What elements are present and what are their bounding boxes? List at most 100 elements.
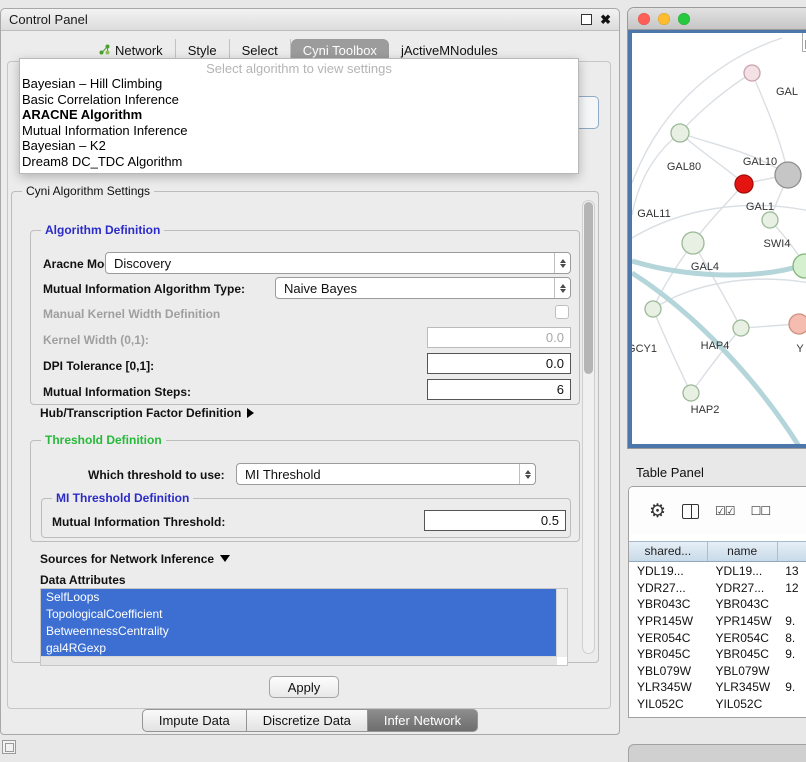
manual-kernel-checkbox[interactable] (555, 305, 569, 319)
network-node[interactable] (733, 320, 749, 336)
column-header-shared[interactable]: shared... (629, 542, 708, 561)
close-button[interactable] (638, 13, 650, 25)
table-row[interactable]: YBR043CYBR043C (629, 596, 806, 613)
network-node[interactable] (671, 124, 689, 142)
table-cell: 13 (777, 564, 806, 578)
control-panel-titlebar[interactable]: Control Panel ✖ (1, 9, 619, 31)
apply-button[interactable]: Apply (269, 676, 339, 698)
table-cell: YBR043C (708, 597, 778, 611)
node-label-gal10: GAL10 (743, 156, 777, 168)
settings-vertical-scrollbar[interactable] (582, 200, 595, 654)
network-node[interactable] (683, 385, 699, 401)
chevron-right-icon (247, 408, 254, 418)
table-cell: 9. (777, 614, 806, 628)
table-row[interactable]: YBL079WYBL079W (629, 663, 806, 680)
table-cell: YLR345W (708, 680, 778, 694)
algorithm-option-aracne-algorithm[interactable]: ARACNE Algorithm (20, 107, 578, 123)
network-icon (99, 43, 110, 58)
network-node[interactable] (789, 314, 806, 334)
which-threshold-combobox[interactable]: MI Threshold (236, 463, 536, 485)
clear-checks-icon[interactable]: ☐☐ (751, 504, 771, 518)
threshold-definition-group: Threshold Definition Which threshold to … (30, 440, 580, 542)
bottom-tab-discretize-data[interactable]: Discretize Data (247, 709, 368, 732)
control-panel-title: Control Panel (9, 12, 581, 27)
minimize-button[interactable] (658, 13, 670, 25)
table-panel-window: ⚙ ☑☑ ☐☐ shared...name YDL19...YDL19...13… (628, 486, 806, 718)
network-node[interactable] (735, 175, 753, 193)
data-attributes-label: Data Attributes (40, 573, 126, 587)
algorithm-option-dream8-dc-tdc-algorithm[interactable]: Dream8 DC_TDC Algorithm (20, 154, 578, 170)
table-row[interactable]: YER054CYER054C8. (629, 629, 806, 646)
attributes-vertical-scrollbar[interactable] (556, 589, 567, 657)
select-checks-icon[interactable]: ☑☑ (715, 504, 735, 518)
scrollbar-thumb[interactable] (584, 202, 593, 374)
float-window-icon[interactable] (581, 14, 592, 25)
kernel-width-field[interactable]: 0.0 (427, 327, 571, 348)
algorithm-dropdown-popup: Select algorithm to view settings Bayesi… (19, 58, 579, 174)
collapsed-panel-strip[interactable] (628, 744, 806, 762)
column-header-extra[interactable] (778, 542, 806, 561)
close-icon[interactable]: ✖ (600, 15, 611, 25)
network-node[interactable] (682, 232, 704, 254)
table-row[interactable]: YPR145WYPR145W9. (629, 613, 806, 630)
network-node[interactable] (645, 301, 661, 317)
table-cell: YBR045C (629, 647, 708, 661)
attributes-horizontal-scrollbar[interactable] (41, 656, 557, 665)
zoom-button[interactable] (678, 13, 690, 25)
bottom-tab-impute-data[interactable]: Impute Data (142, 709, 247, 732)
canvas-scrollbar[interactable] (802, 33, 806, 52)
network-node[interactable] (744, 65, 760, 81)
table-cell: YIL052C (629, 697, 708, 711)
combo-arrows-icon (554, 253, 570, 273)
mi-threshold-group-title: MI Threshold Definition (52, 491, 193, 505)
restore-panel-icon[interactable] (2, 740, 16, 754)
network-canvas[interactable]: GALGAL80GAL10GAL11GAL1SWI4GAL4GCY1HAP4HA… (628, 30, 806, 448)
settings-gear-icon[interactable]: ⚙ (649, 502, 666, 521)
attribute-item-selfloops[interactable]: SelfLoops (41, 589, 557, 606)
network-node[interactable] (762, 212, 778, 228)
attribute-item-betweennesscentrality[interactable]: BetweennessCentrality (41, 623, 557, 640)
algorithm-combobox-fragment[interactable] (578, 96, 599, 129)
chevron-down-icon (220, 555, 230, 562)
node-label-hap2: HAP2 (691, 404, 720, 416)
column-selector-icon[interactable] (682, 504, 699, 519)
network-node[interactable] (775, 162, 801, 188)
dpi-tolerance-label: DPI Tolerance [0,1]: (43, 359, 154, 373)
mi-steps-field[interactable]: 6 (427, 379, 571, 400)
table-row[interactable]: YDR27...YDR27...12 (629, 580, 806, 597)
algorithm-option-mutual-information-inference[interactable]: Mutual Information Inference (20, 123, 578, 139)
table-cell: YDR27... (629, 581, 708, 595)
algorithm-option-basic-correlation-inference[interactable]: Basic Correlation Inference (20, 92, 578, 108)
table-header-row: shared...name (629, 541, 806, 562)
sources-disclosure[interactable]: Sources for Network Inference (40, 552, 230, 566)
hub-definition-disclosure[interactable]: Hub/Transcription Factor Definition (40, 406, 254, 420)
sources-label: Sources for Network Inference (40, 552, 214, 566)
algorithm-option-bayesian-k2[interactable]: Bayesian – K2 (20, 138, 578, 154)
column-header-name[interactable]: name (708, 542, 778, 561)
table-row[interactable]: YBR045CYBR045C9. (629, 646, 806, 663)
combo-arrows-icon (519, 464, 535, 484)
table-cell: YLR345W (629, 680, 708, 694)
table-body: YDL19...YDL19...13YDR27...YDR27...12YBR0… (629, 563, 806, 717)
table-row[interactable]: YLR345WYLR345W9. (629, 679, 806, 696)
control-panel-window: Control Panel ✖ NetworkStyleSelectCyni T… (0, 8, 620, 735)
attribute-item-gal4rgexp[interactable]: gal4RGexp (41, 640, 557, 657)
bottom-tab-infer-network[interactable]: Infer Network (368, 709, 478, 732)
table-row[interactable]: YDL19...YDL19...13 (629, 563, 806, 580)
mi-threshold-field[interactable]: 0.5 (424, 510, 566, 531)
node-label-gal: GAL (776, 86, 798, 98)
network-window-titlebar[interactable] (628, 8, 806, 30)
network-view-window: GALGAL80GAL10GAL11GAL1SWI4GAL4GCY1HAP4HA… (628, 8, 806, 448)
network-node[interactable] (793, 254, 806, 278)
mi-type-combobox[interactable]: Naive Bayes (275, 277, 571, 299)
table-row[interactable]: YIL052CYIL052C (629, 696, 806, 713)
tab-label: Network (115, 43, 163, 58)
hub-definition-label: Hub/Transcription Factor Definition (40, 406, 241, 420)
attribute-item-topologicalcoefficient[interactable]: TopologicalCoefficient (41, 606, 557, 623)
aracne-mode-combobox[interactable]: Discovery (105, 252, 571, 274)
cyni-settings-group-title: Cyni Algorithm Settings (22, 184, 154, 198)
algorithm-option-bayesian-hill-climbing[interactable]: Bayesian – Hill Climbing (20, 76, 578, 92)
table-panel-title: Table Panel (636, 465, 704, 480)
node-label-gcy1: GCY1 (632, 343, 657, 355)
dpi-tolerance-field[interactable]: 0.0 (427, 353, 571, 374)
